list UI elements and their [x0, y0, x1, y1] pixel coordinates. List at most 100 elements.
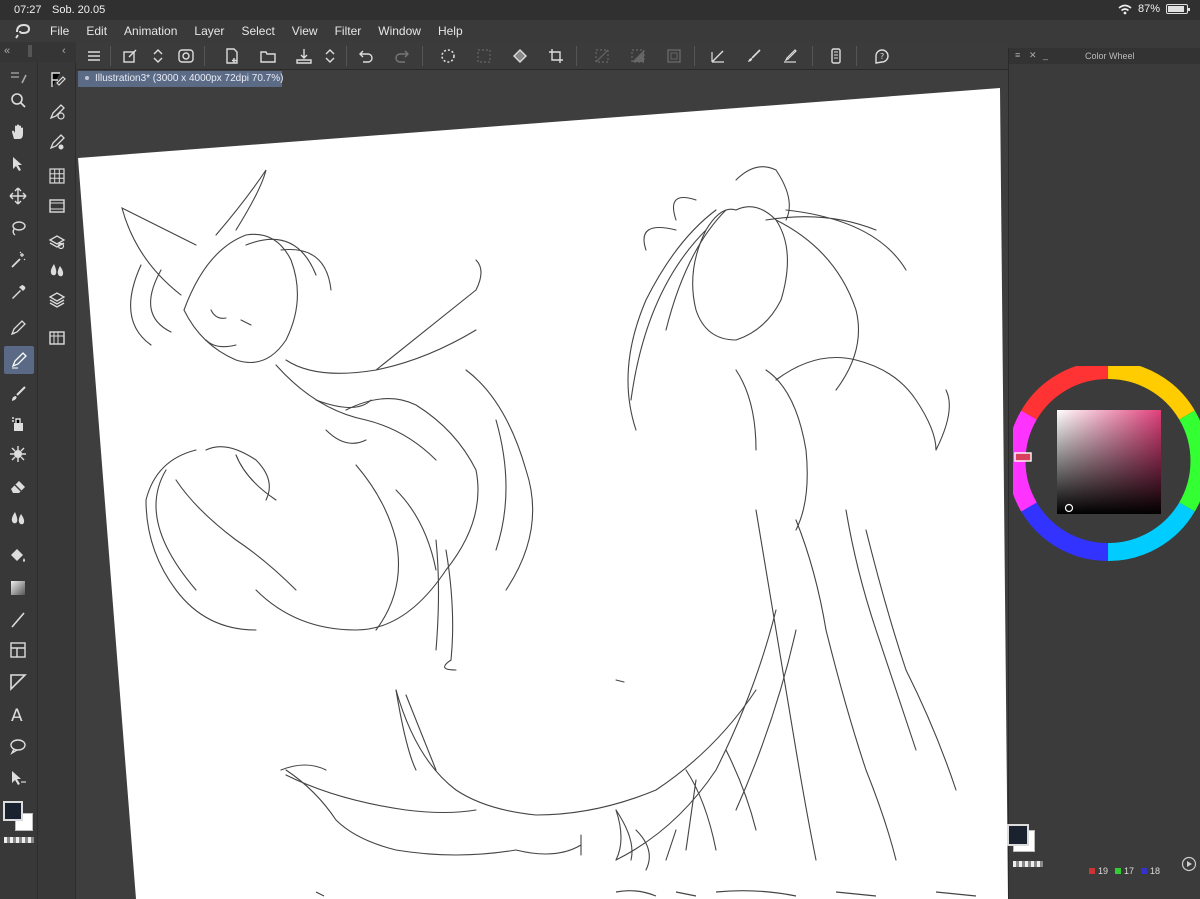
- canvas-area[interactable]: [76, 70, 1008, 899]
- fill-icon[interactable]: [510, 46, 530, 66]
- airbrush-icon[interactable]: [8, 414, 28, 434]
- brush-icon[interactable]: [744, 46, 764, 66]
- document-tab-label: Illustration3* (3000 x 4000px 72dpi 70.7…: [95, 73, 284, 84]
- battery-percent: 87%: [1137, 3, 1160, 15]
- blend-icon[interactable]: [8, 508, 28, 528]
- app-logo-icon[interactable]: [14, 23, 32, 39]
- hand-icon[interactable]: [8, 122, 28, 142]
- blue-value: 18: [1150, 866, 1161, 876]
- text-icon[interactable]: A: [8, 704, 28, 724]
- move-icon[interactable]: [8, 186, 28, 206]
- brush-tool-icon[interactable]: [8, 384, 28, 404]
- invert-icon[interactable]: [628, 46, 648, 66]
- rule-icon[interactable]: [708, 46, 728, 66]
- brush-size-icon[interactable]: [47, 132, 67, 152]
- sub-tool-menu-icon[interactable]: [8, 68, 28, 88]
- menu-animation[interactable]: Animation: [124, 24, 177, 38]
- eyedropper-icon[interactable]: [8, 282, 28, 302]
- hue-handle: [1014, 452, 1032, 462]
- zoom-icon[interactable]: [8, 90, 28, 110]
- menu-layer[interactable]: Layer: [194, 24, 224, 38]
- open-icon[interactable]: [258, 46, 278, 66]
- layers-icon[interactable]: [47, 290, 67, 310]
- menu-icon[interactable]: [84, 46, 104, 66]
- sub-view-icon[interactable]: [47, 260, 67, 280]
- wifi-icon: [1118, 4, 1132, 14]
- stepper-icon-2[interactable]: [320, 46, 340, 66]
- smartphone-icon[interactable]: [826, 46, 846, 66]
- menu-help[interactable]: Help: [438, 24, 463, 38]
- menu-file[interactable]: File: [50, 24, 69, 38]
- frame-icon[interactable]: [8, 640, 28, 660]
- green-value: 17: [1124, 866, 1135, 876]
- stepper-icon[interactable]: [148, 46, 168, 66]
- panel-menu-icon[interactable]: ≡: [1015, 50, 1020, 60]
- balloon-icon[interactable]: [8, 736, 28, 756]
- pen-icon[interactable]: [8, 318, 28, 338]
- minimize-icon[interactable]: _: [1043, 50, 1048, 60]
- panel-transparent-color[interactable]: [1013, 861, 1043, 867]
- tab-dot-icon: [85, 76, 89, 81]
- document-tab[interactable]: Illustration3* (3000 x 4000px 72dpi 70.7…: [78, 71, 284, 87]
- transparent-color-swatch[interactable]: [4, 837, 34, 843]
- status-right: 87%: [1118, 3, 1190, 15]
- figure-icon[interactable]: [8, 610, 28, 630]
- redo-icon[interactable]: [392, 46, 412, 66]
- border-icon[interactable]: [664, 46, 684, 66]
- green-indicator: [1115, 868, 1122, 874]
- color-wheel[interactable]: [1013, 366, 1200, 566]
- help-icon[interactable]: ?: [872, 46, 892, 66]
- color-set-icon[interactable]: [47, 166, 67, 186]
- fill-tool-icon[interactable]: [8, 546, 28, 566]
- panel-title: Color Wheel: [1085, 51, 1135, 61]
- pencil-icon[interactable]: [4, 346, 34, 374]
- drawing-canvas[interactable]: [76, 70, 1008, 899]
- ruler-icon[interactable]: [8, 672, 28, 692]
- lasso-select-icon[interactable]: [8, 218, 28, 238]
- menu-filter[interactable]: Filter: [335, 24, 362, 38]
- undo-icon[interactable]: [356, 46, 376, 66]
- spinner-icon[interactable]: [438, 46, 458, 66]
- status-time: 07:27: [14, 4, 42, 16]
- svg-text:?: ?: [880, 52, 884, 61]
- red-indicator: [1089, 868, 1095, 874]
- menu-edit[interactable]: Edit: [86, 24, 107, 38]
- transform-icon[interactable]: [120, 46, 140, 66]
- layer-search-icon[interactable]: [47, 232, 67, 252]
- menu-view[interactable]: View: [292, 24, 318, 38]
- new-icon[interactable]: [222, 46, 242, 66]
- color-mode-icon[interactable]: [1181, 856, 1197, 872]
- magic-wand-icon[interactable]: [8, 250, 28, 270]
- decoration-icon[interactable]: [8, 444, 28, 464]
- tool-column-main: A: [0, 62, 38, 899]
- layer-property-icon[interactable]: [47, 70, 67, 90]
- status-bar: 07:27 Sob. 20.05 87%: [0, 0, 1200, 20]
- timeline-icon[interactable]: [47, 196, 67, 216]
- operation-icon[interactable]: [8, 154, 28, 174]
- collapse-right-icon[interactable]: ‹: [62, 45, 66, 57]
- color-wheel-panel-header: ≡ ✕ _ Color Wheel: [1009, 48, 1200, 64]
- eraser-icon[interactable]: [8, 476, 28, 496]
- status-date: Sob. 20.05: [52, 4, 106, 16]
- lasso-icon[interactable]: [176, 46, 196, 66]
- panel-main-color[interactable]: [1007, 824, 1029, 846]
- crop-icon[interactable]: [546, 46, 566, 66]
- tool-column-sub: [39, 62, 76, 899]
- menu-window[interactable]: Window: [378, 24, 421, 38]
- save-icon[interactable]: [294, 46, 314, 66]
- battery-icon: [1166, 4, 1190, 14]
- correct-line-icon[interactable]: [8, 768, 28, 788]
- collapse-left-icon[interactable]: «: [4, 45, 10, 57]
- gradient-icon[interactable]: [8, 578, 28, 598]
- tool-property-icon[interactable]: [47, 102, 67, 122]
- svg-text:A: A: [11, 706, 23, 723]
- grip-icon[interactable]: [28, 45, 32, 57]
- menu-select[interactable]: Select: [241, 24, 274, 38]
- close-icon[interactable]: ✕: [1029, 50, 1037, 61]
- navigator-icon[interactable]: [47, 328, 67, 348]
- clear-icon[interactable]: [474, 46, 494, 66]
- blue-indicator: [1141, 868, 1148, 874]
- edit-icon[interactable]: [780, 46, 800, 66]
- deselect-icon[interactable]: [592, 46, 612, 66]
- app-window: 07:27 Sob. 20.05 87% File Edit Animation…: [0, 0, 1200, 899]
